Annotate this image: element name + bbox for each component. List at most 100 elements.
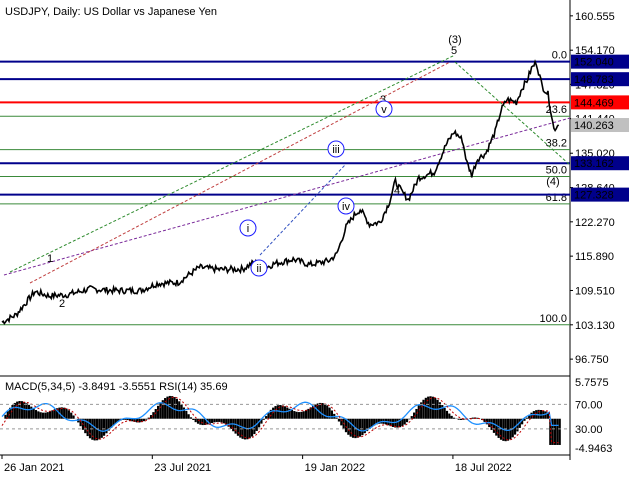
macd-bar <box>234 418 237 434</box>
macd-bar <box>450 415 453 419</box>
macd-bar <box>445 410 449 419</box>
macd-bar <box>44 412 47 419</box>
macd-bar <box>27 404 31 419</box>
macd-bar <box>262 418 265 420</box>
macd-bar <box>243 418 247 440</box>
fibonacci-label: 50.0 <box>546 164 567 176</box>
macd-bar <box>239 418 242 438</box>
y-tick-label: 103.130 <box>575 320 615 332</box>
price-level-label: 133.162 <box>574 158 614 170</box>
fibonacci-label: 38.2 <box>546 138 567 150</box>
macd-bar <box>319 402 322 419</box>
macd-bar <box>361 418 364 436</box>
x-tick-label: 18 Jul 2022 <box>455 462 512 474</box>
macd-bar <box>431 396 434 419</box>
wave-label: (3) <box>448 34 461 46</box>
macd-bar <box>232 418 235 432</box>
macd-bar <box>34 410 38 419</box>
macd-bar <box>330 410 333 419</box>
macd-bar <box>67 410 70 419</box>
macd-bar <box>41 412 45 419</box>
macd-bar <box>335 417 338 419</box>
y-tick-label: 115.890 <box>575 251 614 263</box>
macd-bar <box>415 408 418 419</box>
macd-bar <box>51 410 54 419</box>
macd-bar <box>218 418 221 422</box>
wave-label: 4 <box>394 185 400 197</box>
usdjpy-chart[interactable]: 0.023.638.250.061.8100.0 12345(3)(4)iiii… <box>0 0 640 480</box>
price-level-label: 144.469 <box>574 97 614 109</box>
y-tick-label: 109.510 <box>575 285 615 297</box>
macd-bar <box>39 412 42 419</box>
macd-bar <box>102 418 106 436</box>
macd-bar <box>422 399 425 419</box>
macd-bar <box>490 418 493 430</box>
macd-bar <box>220 418 223 423</box>
macd-bar <box>37 411 40 419</box>
macd-bar <box>48 411 52 419</box>
price-level-label: 127.328 <box>574 190 614 202</box>
macd-bar <box>185 410 188 419</box>
wave-label: i <box>247 223 249 235</box>
wave-label: 1 <box>47 253 53 265</box>
macd-bar <box>175 398 178 419</box>
macd-bar <box>457 418 460 420</box>
macd-bar <box>16 401 19 419</box>
macd-bar <box>32 408 35 419</box>
macd-bar <box>187 414 190 419</box>
macd-bar <box>349 418 352 437</box>
indicator-tick-label: 70.00 <box>575 399 603 411</box>
price-level-label: 152.040 <box>574 57 614 69</box>
macd-bar <box>189 417 193 419</box>
macd-bar <box>553 418 557 445</box>
wave-label: v <box>381 104 387 116</box>
macd-bar <box>302 411 305 419</box>
macd-bar <box>344 418 348 433</box>
wave-label: iv <box>342 201 350 213</box>
macd-bar <box>558 418 561 445</box>
macd-bar <box>358 418 362 437</box>
macd-bar <box>403 418 406 425</box>
macd-bar <box>157 405 160 419</box>
macd-bar <box>46 412 49 419</box>
macd-bar <box>65 408 68 419</box>
macd-bar <box>544 411 547 419</box>
y-tick-label: 96.750 <box>575 354 609 366</box>
macd-bar <box>300 411 303 419</box>
macd-bar <box>126 418 129 421</box>
macd-bar <box>417 405 420 419</box>
x-tick-label: 23 Jul 2021 <box>154 462 211 474</box>
macd-bar <box>274 406 277 419</box>
indicator-tick-label: 30.00 <box>575 424 603 436</box>
macd-bar <box>448 413 451 419</box>
chart-window: 0.0 23.6 38.2 50.0 61.8 100.0 1 2 3 4 5 (3) (4) i ii i… <box>0 0 640 480</box>
macd-bar <box>304 410 308 419</box>
main-pane <box>0 0 570 375</box>
macd-bar <box>452 417 456 419</box>
macd-bar <box>443 407 446 419</box>
fibonacci-label: 0.0 <box>552 50 567 62</box>
macd-bar <box>297 412 301 419</box>
macd-bar <box>556 418 559 445</box>
macd-bar <box>100 418 103 438</box>
macd-bar <box>293 411 296 419</box>
macd-bar <box>166 396 169 419</box>
x-tick-label: 19 Jan 2022 <box>305 462 366 474</box>
macd-bar <box>159 402 162 419</box>
price-level-label: 148.783 <box>574 74 614 86</box>
macd-bar <box>434 397 437 419</box>
macd-bar <box>525 417 528 419</box>
chart-title: USDJPY, Daily: US Dollar vs Japanese Yen <box>5 6 217 18</box>
macd-bar <box>194 418 197 423</box>
macd-bar <box>408 418 411 420</box>
macd-bar <box>182 407 186 419</box>
macd-bar <box>495 418 498 436</box>
wave-label: 2 <box>59 298 65 310</box>
wave-label: (4) <box>546 176 559 188</box>
macd-bar <box>265 416 268 419</box>
wave-label: ii <box>257 263 262 275</box>
macd-bar <box>4 414 7 419</box>
macd-bar <box>295 411 298 419</box>
macd-bar <box>70 412 73 419</box>
macd-bar <box>337 418 341 422</box>
